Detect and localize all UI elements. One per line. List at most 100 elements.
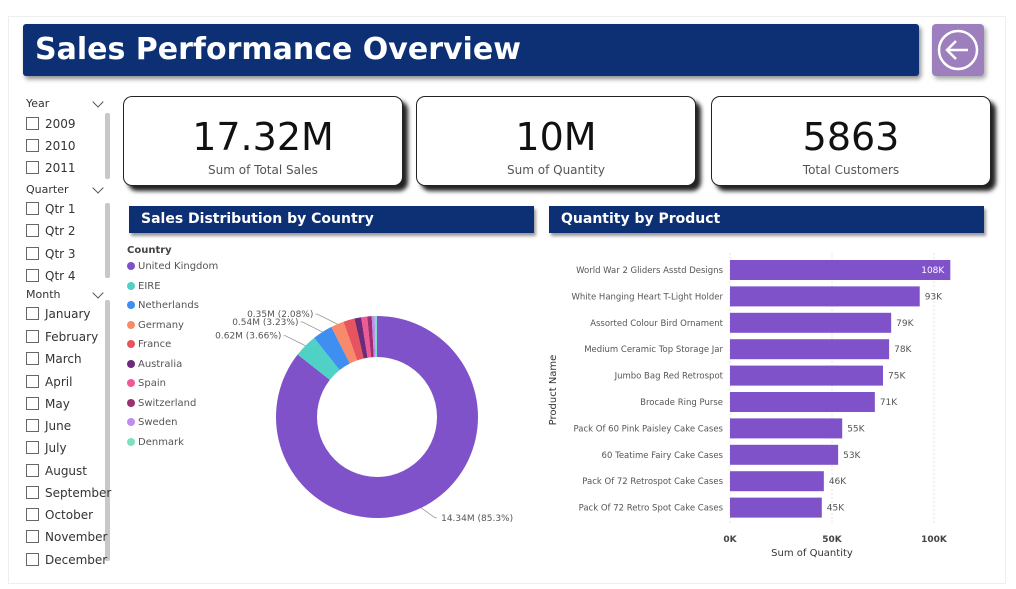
- bar[interactable]: [730, 365, 883, 386]
- slicer-item-label: January: [45, 307, 91, 321]
- x-tick-label: 100K: [921, 535, 948, 545]
- slicer-month-item[interactable]: February: [26, 330, 98, 348]
- slicer-scrollbar[interactable]: [105, 203, 110, 278]
- checkbox[interactable]: [26, 464, 39, 477]
- slicer-item-label: 2010: [45, 139, 76, 153]
- slicer-quarter-item[interactable]: Qtr 2: [26, 224, 76, 242]
- donut-section-title: Sales Distribution by Country: [141, 211, 374, 227]
- checkbox[interactable]: [26, 375, 39, 388]
- slicer-item-label: December: [45, 553, 108, 567]
- slicer-month-item[interactable]: January: [26, 307, 91, 325]
- checkbox[interactable]: [26, 117, 39, 130]
- kpi-card-total-sales: 17.32M Sum of Total Sales: [123, 96, 403, 186]
- x-tick-label: 0K: [723, 535, 737, 545]
- legend-label: Netherlands: [138, 300, 199, 311]
- slicer-item-label: Qtr 1: [45, 202, 76, 216]
- checkbox[interactable]: [26, 397, 39, 410]
- back-button[interactable]: [932, 24, 984, 76]
- kpi-label: Total Customers: [802, 163, 900, 177]
- bar[interactable]: [730, 471, 824, 492]
- bar-value-label: 79K: [896, 319, 914, 329]
- checkbox[interactable]: [26, 553, 39, 566]
- slicer-scrollbar[interactable]: [105, 300, 110, 561]
- bar-value-label: 45K: [827, 504, 845, 514]
- kpi-card-customers: 5863 Total Customers: [711, 96, 991, 186]
- legend-label: Australia: [138, 358, 183, 370]
- bar-value-label: 93K: [925, 292, 943, 302]
- data-label-leader: [420, 507, 438, 519]
- legend-item[interactable]: EIRE: [127, 281, 161, 292]
- kpi-value: 5863: [802, 115, 900, 159]
- slicer-month-item[interactable]: July: [26, 441, 67, 459]
- checkbox[interactable]: [26, 307, 39, 320]
- slicer-year-header: Year: [26, 97, 50, 110]
- data-label-leader: [300, 321, 323, 333]
- slicer-item-label: November: [45, 530, 108, 544]
- checkbox[interactable]: [26, 269, 39, 282]
- donut-data-label: 0.35M (2.08%): [247, 310, 313, 320]
- bar[interactable]: [730, 286, 920, 307]
- bar[interactable]: [730, 418, 843, 439]
- donut-section-header: Sales Distribution by Country: [129, 206, 534, 233]
- checkbox[interactable]: [26, 161, 39, 174]
- slicer-month-item[interactable]: September: [26, 486, 111, 504]
- legend-item[interactable]: Sweden: [127, 417, 178, 428]
- bar[interactable]: [730, 497, 822, 518]
- slicer-year-item[interactable]: 2009: [26, 117, 76, 135]
- arrow-left-circle-icon: [937, 29, 979, 71]
- slicer-month-item[interactable]: August: [26, 464, 87, 482]
- slicer-item-label: August: [45, 464, 87, 478]
- legend-item[interactable]: France: [127, 339, 171, 350]
- legend-marker: [127, 301, 135, 309]
- donut-data-label: 0.62M (3.66%): [215, 332, 281, 342]
- slicer-quarter-item[interactable]: Qtr 4: [26, 269, 76, 287]
- legend-item[interactable]: Germany: [127, 320, 184, 331]
- slicer-month-item[interactable]: November: [26, 530, 107, 548]
- y-category-label: 60 Teatime Fairy Cake Cases: [602, 451, 724, 461]
- checkbox[interactable]: [26, 247, 39, 260]
- legend-item[interactable]: Switzerland: [127, 398, 196, 409]
- slicer-item-label: April: [45, 375, 73, 389]
- checkbox[interactable]: [26, 224, 39, 237]
- slicer-year-item[interactable]: 2010: [26, 139, 76, 157]
- checkbox[interactable]: [26, 352, 39, 365]
- slicer-quarter-item[interactable]: Qtr 3: [26, 247, 76, 265]
- bar-section-header: Quantity by Product: [549, 206, 984, 233]
- slicer-scrollbar[interactable]: [105, 113, 110, 179]
- bar-value-label: 46K: [829, 477, 847, 487]
- legend-item[interactable]: United Kingdom: [127, 261, 218, 272]
- checkbox[interactable]: [26, 508, 39, 521]
- y-axis-title: Product Name: [548, 355, 559, 426]
- slicer-item-label: March: [45, 352, 82, 366]
- bar[interactable]: [730, 260, 951, 280]
- slicer-month-item[interactable]: March: [26, 352, 82, 370]
- slicer-item-label: Qtr 4: [45, 269, 76, 283]
- checkbox[interactable]: [26, 419, 39, 432]
- bar[interactable]: [730, 444, 839, 465]
- checkbox[interactable]: [26, 441, 39, 454]
- bar[interactable]: [730, 312, 892, 333]
- checkbox[interactable]: [26, 330, 39, 343]
- x-tick-label: 50K: [822, 535, 843, 545]
- legend-item[interactable]: Australia: [127, 359, 182, 370]
- checkbox[interactable]: [26, 530, 39, 543]
- legend-item[interactable]: Spain: [127, 378, 166, 389]
- slicer-month-item[interactable]: October: [26, 508, 93, 526]
- slicer-month-item[interactable]: December: [26, 553, 107, 571]
- slicer-year-item[interactable]: 2011: [26, 161, 76, 179]
- slicer-month-item[interactable]: May: [26, 397, 70, 415]
- legend-item[interactable]: Netherlands: [127, 300, 199, 311]
- slicer-month-item[interactable]: April: [26, 375, 72, 393]
- slicer-quarter-item[interactable]: Qtr 1: [26, 202, 76, 220]
- legend-item[interactable]: Denmark: [127, 437, 184, 448]
- checkbox[interactable]: [26, 202, 39, 215]
- data-label-leader: [283, 335, 306, 347]
- checkbox[interactable]: [26, 486, 39, 499]
- bar[interactable]: [730, 392, 875, 412]
- slicer-month-item[interactable]: June: [26, 419, 71, 437]
- checkbox[interactable]: [26, 139, 39, 152]
- legend-title: Country: [127, 245, 172, 256]
- legend-label: EIRE: [138, 280, 161, 292]
- bar[interactable]: [730, 339, 890, 360]
- bar-section-title: Quantity by Product: [561, 211, 721, 227]
